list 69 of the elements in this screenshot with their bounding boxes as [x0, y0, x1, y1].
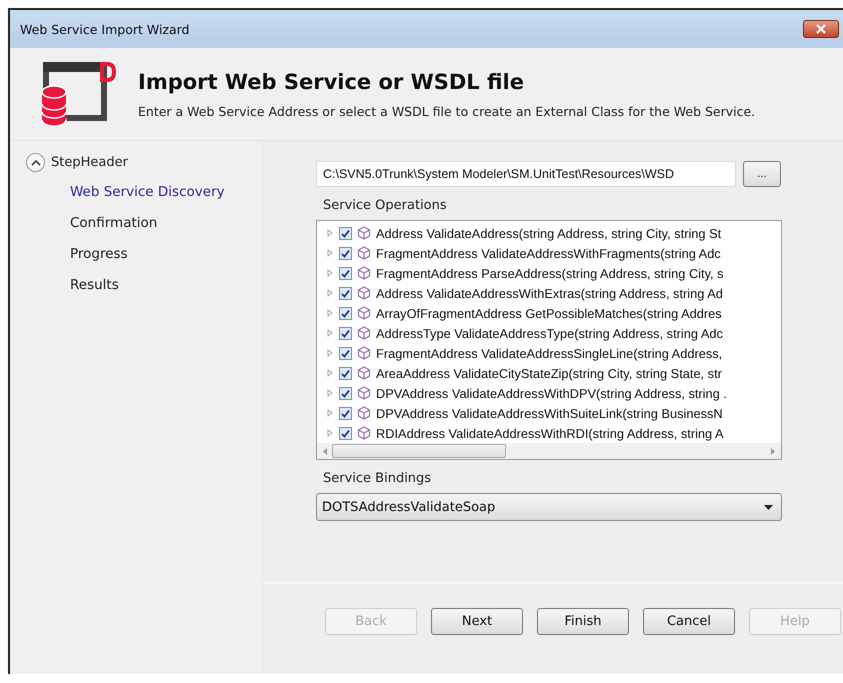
browse-button[interactable]: ...	[743, 161, 781, 187]
checkbox[interactable]	[339, 226, 352, 240]
step-item[interactable]: Results	[10, 273, 119, 304]
close-button[interactable]	[803, 20, 839, 38]
expand-arrow-icon[interactable]	[327, 389, 333, 397]
expand-arrow-icon[interactable]	[327, 249, 333, 257]
wizard-button[interactable]: Next	[431, 608, 523, 635]
address-field[interactable]: C:\SVN5.0Trunk\System Modeler\SM.UnitTest\Resources\WSD	[316, 161, 736, 187]
cube-icon	[357, 426, 371, 440]
operation-label: AreaAddress ValidateCityStateZip(string City, string State, str	[376, 366, 722, 380]
checkbox[interactable]	[339, 386, 352, 400]
operation-label: FragmentAddress ParseAddress(string Address, string City, s	[376, 266, 724, 280]
checkbox[interactable]	[339, 426, 352, 440]
operation-label: Address ValidateAddressWithExtras(string Address, string Ad	[376, 286, 723, 300]
page-heading: Import Web Service or WSDL file	[138, 70, 525, 94]
cube-icon	[357, 306, 371, 320]
expand-arrow-icon[interactable]	[327, 289, 333, 297]
cube-icon	[357, 386, 371, 400]
horizontal-scrollbar[interactable]	[317, 443, 781, 459]
close-icon	[815, 24, 827, 34]
cube-icon	[357, 266, 371, 280]
checkbox[interactable]	[339, 266, 352, 280]
step-item[interactable]: Progress	[10, 242, 128, 273]
expand-arrow-icon[interactable]	[327, 409, 333, 417]
step-item[interactable]: Confirmation	[10, 211, 158, 242]
operation-label: RDIAddress ValidateAddressWithRDI(string Address, string A	[376, 426, 724, 440]
section-label: Service Bindings	[323, 471, 432, 486]
cube-icon	[357, 346, 371, 360]
cube-icon	[357, 246, 371, 260]
checkbox[interactable]	[339, 326, 352, 340]
checkbox[interactable]	[339, 306, 352, 320]
scroll-left-icon[interactable]	[323, 448, 328, 454]
operation-label: DPVAddress ValidateAddressWithDPV(string Address, string .	[376, 386, 727, 400]
checkbox[interactable]	[339, 366, 352, 380]
operation-label: ArrayOfFragmentAddress GetPossibleMatches(string Addres	[376, 306, 722, 320]
cube-icon	[357, 366, 371, 380]
expand-arrow-icon[interactable]	[327, 429, 333, 437]
window-title: Web Service Import Wizard	[20, 22, 190, 36]
wizard-button[interactable]: Cancel	[643, 608, 735, 635]
page-description: Enter a Web Service Address or select a WSDL file to create an External Class for the Web Service.	[138, 104, 756, 118]
scroll-thumb[interactable]	[332, 444, 506, 458]
expand-arrow-icon[interactable]	[327, 309, 333, 317]
section-label: Service Operations	[323, 198, 448, 213]
expand-arrow-icon[interactable]	[327, 269, 333, 277]
expand-arrow-icon[interactable]	[327, 349, 333, 357]
scroll-right-icon[interactable]	[770, 448, 775, 454]
cube-icon	[357, 406, 371, 420]
step-group-label: StepHeader	[51, 155, 128, 170]
checkbox[interactable]	[339, 246, 352, 260]
operation-label: DPVAddress ValidateAddressWithSuiteLink(string BusinessN	[376, 406, 723, 420]
cube-icon	[357, 226, 371, 240]
operation-label: AddressType ValidateAddressType(string Address, string Adc	[376, 326, 723, 340]
checkbox[interactable]	[339, 406, 352, 420]
checkbox[interactable]	[339, 286, 352, 300]
dropdown-caret-icon	[764, 504, 773, 510]
cube-icon	[357, 326, 371, 340]
bindings-dropdown[interactable]: DOTSAddressValidateSoap	[316, 493, 782, 521]
collapse-toggle[interactable]	[26, 153, 45, 172]
cube-icon	[357, 286, 371, 300]
expand-arrow-icon[interactable]	[327, 369, 333, 377]
checkbox[interactable]	[339, 346, 352, 360]
expand-arrow-icon[interactable]	[327, 229, 333, 237]
operation-label: FragmentAddress ValidateAddressSingleLine(string Address,	[376, 346, 722, 360]
step-item[interactable]: Web Service Discovery	[10, 180, 225, 211]
operation-label: Address ValidateAddress(string Address, string City, string St	[376, 226, 722, 240]
expand-arrow-icon[interactable]	[327, 329, 333, 337]
operation-label: FragmentAddress ValidateAddressWithFragments(string Adc	[376, 246, 721, 260]
wizard-button[interactable]: Finish	[537, 608, 629, 635]
chevron-up-icon	[30, 158, 40, 166]
